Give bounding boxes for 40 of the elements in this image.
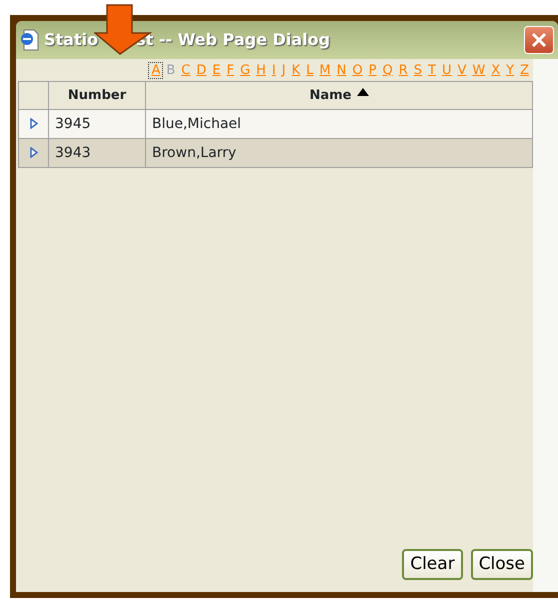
letter-link[interactable]: I — [268, 62, 279, 78]
letter-link[interactable]: G — [237, 62, 254, 78]
letter-link[interactable]: E — [209, 62, 224, 78]
letter-link[interactable]: X — [488, 62, 504, 78]
letter-link[interactable]: A — [148, 62, 164, 78]
letter-link[interactable]: Y — [503, 62, 518, 78]
letter-link[interactable]: Z — [517, 62, 532, 78]
letter-link[interactable]: S — [410, 62, 425, 78]
page-icon — [20, 29, 40, 51]
letter-link[interactable]: N — [334, 62, 350, 78]
letter-link[interactable]: T — [425, 62, 439, 78]
letter-link[interactable]: R — [396, 62, 411, 78]
letter-link[interactable]: J — [278, 62, 289, 78]
table-cell: 3945 — [48, 110, 146, 138]
table-row[interactable]: 3945 Blue,Michael — [18, 110, 532, 138]
letter-link[interactable]: F — [224, 62, 238, 78]
letter-link[interactable]: D — [193, 62, 210, 78]
row-select-icon[interactable] — [30, 118, 38, 130]
row-select-icon[interactable] — [30, 147, 38, 158]
letter-link[interactable]: V — [454, 62, 470, 78]
column-header[interactable]: Number — [48, 82, 146, 110]
letter-link[interactable]: W — [469, 62, 488, 78]
letter-link[interactable]: U — [438, 62, 454, 78]
table-cell: 3943 — [48, 138, 146, 168]
letter-link[interactable]: L — [303, 62, 316, 78]
column-header[interactable]: Name — [146, 82, 532, 110]
table-row[interactable]: 3943 Brown,Larry — [18, 138, 532, 168]
dialog-button[interactable]: Close — [470, 549, 533, 580]
letter-link[interactable]: M — [316, 62, 334, 78]
table-cell: Brown,Larry — [146, 138, 532, 168]
window-title: Statio — [44, 29, 98, 51]
letter-link[interactable]: K — [288, 62, 304, 78]
table-cell: Blue,Michael — [146, 110, 532, 138]
letter-link[interactable]: P — [366, 62, 380, 78]
letter-link[interactable]: H — [253, 62, 269, 78]
letter-link[interactable]: Q — [379, 62, 396, 78]
letter-link[interactable]: C — [178, 62, 194, 78]
dialog-button[interactable]: Clear — [402, 549, 463, 580]
letter-link[interactable]: O — [349, 62, 366, 78]
close-icon[interactable] — [524, 26, 554, 54]
